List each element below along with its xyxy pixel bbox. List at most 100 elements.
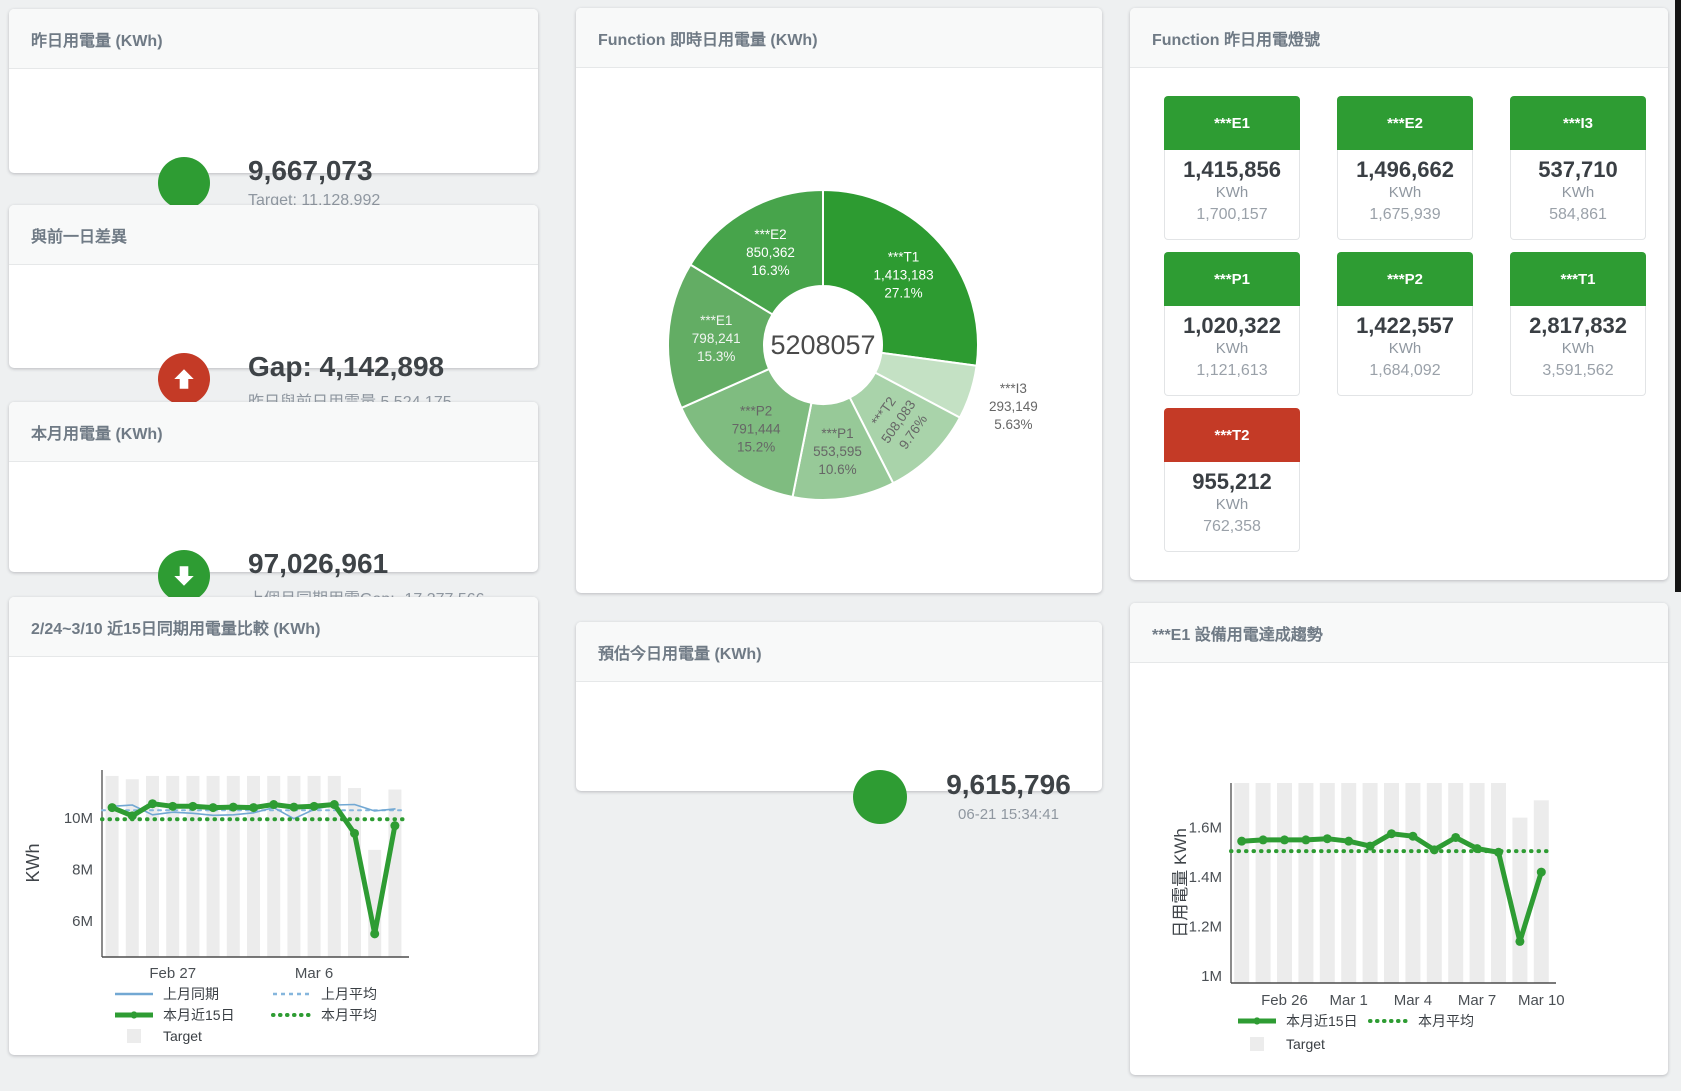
- arrow-down-icon: [158, 550, 210, 602]
- light-tile-unit: KWh: [1338, 340, 1472, 357]
- y-tick: 6M: [72, 913, 93, 930]
- donut-slice-label: ***I3293,1495.63%: [989, 381, 1038, 432]
- legend-label: Target: [163, 1028, 202, 1044]
- series-point: [128, 811, 137, 820]
- yesterday-value: 9,667,073: [248, 156, 380, 187]
- legend-swatch-dash-icon: [271, 987, 313, 1001]
- legend-label: 本月平均: [1418, 1011, 1474, 1031]
- light-tile-unit: KWh: [1511, 184, 1645, 201]
- light-tile-name: ***P1: [1164, 252, 1300, 306]
- target-bar: [1384, 783, 1399, 983]
- series-point: [269, 800, 278, 809]
- series-point: [1494, 848, 1503, 857]
- light-tile-target: 762,358: [1165, 518, 1299, 536]
- y-tick: 1.6M: [1189, 820, 1222, 837]
- target-bar: [1341, 783, 1356, 983]
- light-tile-i3[interactable]: ***I3537,710KWh584,861: [1510, 96, 1646, 241]
- series-point: [1259, 835, 1268, 844]
- series-point: [229, 803, 238, 812]
- series-point: [1387, 829, 1396, 838]
- series-point: [1451, 833, 1460, 842]
- e1-chart-legend: 本月近15日 本月平均 Target: [1236, 1009, 1500, 1055]
- x-tick: Mar 10: [1518, 992, 1565, 1009]
- light-tile-unit: KWh: [1165, 184, 1299, 201]
- x-tick: Feb 27: [149, 965, 196, 982]
- light-tile-value: 537,710: [1511, 157, 1645, 183]
- light-tile-value: 955,212: [1165, 469, 1299, 495]
- card-title: 本月用電量 (KWh): [9, 402, 538, 462]
- series-point: [148, 799, 157, 808]
- x-tick: Mar 7: [1458, 992, 1496, 1009]
- light-tile-unit: KWh: [1165, 340, 1299, 357]
- card-month-usage: 本月用電量 (KWh) 97,026,961 上個月同期用電Gap: -17,3…: [9, 402, 538, 572]
- light-tile-p2[interactable]: ***P21,422,557KWh1,684,092: [1337, 252, 1473, 397]
- target-bar: [247, 776, 260, 957]
- series-point: [209, 803, 218, 812]
- light-tile-t1[interactable]: ***T12,817,832KWh3,591,562: [1510, 252, 1646, 397]
- series-point: [1280, 835, 1289, 844]
- light-tile-p1[interactable]: ***P11,020,322KWh1,121,613: [1164, 252, 1300, 397]
- status-circle-icon: [158, 157, 210, 209]
- y-tick: 1M: [1201, 968, 1222, 985]
- light-tile-target: 1,675,939: [1338, 206, 1472, 224]
- screen-edge-strip: [1675, 0, 1681, 592]
- light-tile-name: ***P2: [1337, 252, 1473, 306]
- legend-item[interactable]: 本月平均: [1368, 1011, 1500, 1031]
- series-point: [1237, 837, 1246, 846]
- x-tick: Mar 6: [295, 965, 333, 982]
- y-tick: 1.4M: [1189, 869, 1222, 886]
- light-tile-target: 1,684,092: [1338, 362, 1472, 380]
- series-point: [1366, 842, 1375, 851]
- target-bar: [1470, 783, 1485, 983]
- light-tile-name: ***E1: [1164, 96, 1300, 150]
- series-point: [1408, 832, 1417, 841]
- target-bar: [207, 776, 220, 957]
- series-point: [330, 800, 339, 809]
- series-point: [1301, 835, 1310, 844]
- light-tile-e1[interactable]: ***E1 1,415,856KWh 1,700,157: [1164, 96, 1300, 241]
- target-bar: [388, 790, 401, 957]
- card-realtime-donut: Function 即時日用電量 (KWh) ***T11,413,18327.1…: [576, 8, 1102, 593]
- legend-swatch-thick-icon: [113, 1008, 155, 1022]
- legend-item[interactable]: 本月近15日: [1236, 1011, 1368, 1031]
- light-tile-name: ***T2: [1164, 408, 1300, 462]
- card-prev-day-gap: 與前一日差異 Gap: 4,142,898 昨日與前日用電量 5,524,175: [9, 205, 538, 368]
- y-tick: 1.2M: [1189, 919, 1222, 936]
- legend-item[interactable]: 上月同期: [113, 984, 271, 1004]
- light-tile-target: 1,700,157: [1165, 206, 1299, 224]
- light-tile-e2[interactable]: ***E21,496,662KWh1,675,939: [1337, 96, 1473, 241]
- target-bar: [1405, 783, 1420, 983]
- target-bar: [1277, 783, 1292, 983]
- legend-label: 本月近15日: [1286, 1011, 1358, 1031]
- series-point: [249, 803, 258, 812]
- estimate-timestamp: 06-21 15:34:41: [921, 806, 1096, 823]
- light-tile-value: 1,415,856: [1165, 157, 1299, 183]
- target-bar: [1427, 783, 1442, 983]
- light-tile-target: 584,861: [1511, 206, 1645, 224]
- y-tick: 10M: [64, 810, 93, 827]
- series-point: [1473, 844, 1482, 853]
- realtime-donut-chart[interactable]: ***T11,413,18327.1%***I3293,1495.63%***T…: [576, 8, 1102, 593]
- e1-trend-line-chart[interactable]: 1M1.2M1.4M1.6MFeb 26Mar 1Mar 4Mar 7Mar 1…: [1130, 603, 1668, 1075]
- target-bar: [1298, 783, 1313, 983]
- legend-label: 上月平均: [321, 984, 377, 1004]
- series-point: [1515, 937, 1524, 946]
- legend-swatch-dots-icon: [1368, 1014, 1410, 1028]
- legend-item[interactable]: Target: [113, 1028, 271, 1044]
- legend-item[interactable]: 本月平均: [271, 1005, 429, 1025]
- legend-swatch-dots-icon: [271, 1008, 313, 1022]
- series-point: [1537, 868, 1546, 877]
- light-tile-t2[interactable]: ***T2955,212KWh762,358: [1164, 408, 1300, 553]
- comparison-chart-legend: 上月同期 上月平均本月近15日本月平均 Target: [113, 983, 429, 1046]
- card-title: 與前一日差異: [9, 205, 538, 265]
- legend-swatch-line-icon: [113, 987, 155, 1001]
- series-point: [289, 803, 298, 812]
- card-title: 昨日用電量 (KWh): [9, 9, 538, 69]
- legend-item[interactable]: Target: [1236, 1036, 1368, 1052]
- series-point: [1323, 834, 1332, 843]
- legend-item[interactable]: 本月近15日: [113, 1005, 271, 1025]
- legend-item[interactable]: 上月平均: [271, 984, 429, 1004]
- light-tile-name: ***T1: [1510, 252, 1646, 306]
- x-tick: Feb 26: [1261, 992, 1308, 1009]
- light-tile-target: 3,591,562: [1511, 362, 1645, 380]
